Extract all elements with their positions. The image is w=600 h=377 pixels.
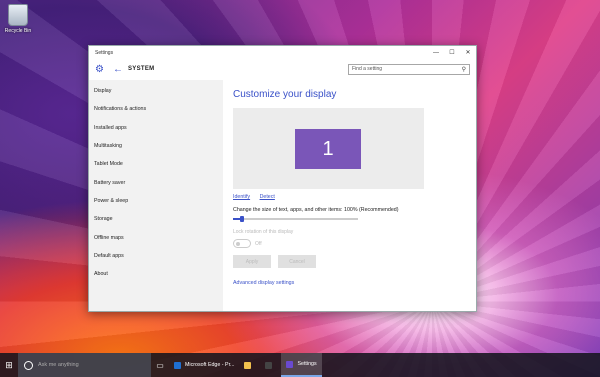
sidebar-item-default-apps[interactable]: Default apps [89,247,223,265]
cortana-placeholder: Ask me anything [38,362,79,368]
display-content: Customize your display 1 Identify Detect… [223,80,476,311]
taskbar-app-store[interactable] [260,353,281,377]
recycle-bin-icon [8,4,28,26]
settings-header: ⚙ ← SYSTEM Find a setting ⚲ [89,59,476,79]
minimize-button[interactable]: — [428,46,444,59]
sidebar-item-battery-saver[interactable]: Battery saver [89,173,223,191]
toggle-state-label: Off [255,240,262,247]
lock-rotation-label: Lock rotation of this display [233,229,294,235]
display-preview: 1 [233,108,424,189]
sidebar-item-power-sleep[interactable]: Power & sleep [89,192,223,210]
maximize-button[interactable]: ☐ [444,46,460,59]
system-tray [560,353,600,377]
cortana-icon [24,360,33,370]
sidebar-item-offline-maps[interactable]: Offline maps [89,228,223,246]
page-title: SYSTEM [128,66,155,72]
close-button[interactable]: ✕ [460,46,476,59]
scale-slider-thumb[interactable] [239,216,244,222]
taskbar: ⊞ Ask me anything ▭ Microsoft Edge - Pr.… [0,353,600,377]
sidebar-item-installed-apps[interactable]: Installed apps [89,119,223,137]
taskbar-app-label: Settings [297,361,317,367]
apply-button[interactable]: Apply [233,255,271,268]
taskbar-app-settings[interactable]: Settings [281,353,322,377]
identify-link[interactable]: Identify [233,194,250,200]
cancel-button[interactable]: Cancel [278,255,316,268]
window-title: Settings [95,49,114,56]
task-view-icon[interactable]: ▭ [151,353,169,377]
cortana-search-box[interactable]: Ask me anything [18,353,151,377]
search-placeholder: Find a setting [352,66,383,72]
content-heading: Customize your display [233,89,337,100]
sidebar-item-display[interactable]: Display [89,82,223,100]
sidebar-item-about[interactable]: About [89,265,223,283]
taskbar-app-explorer[interactable] [239,353,260,377]
detect-link[interactable]: Detect [260,194,275,200]
search-input[interactable]: Find a setting ⚲ [348,63,470,75]
sidebar-item-multitasking[interactable]: Multitasking [89,137,223,155]
taskbar-app-label: Microsoft Edge - Pr... [185,362,235,368]
gear-icon: ⚙ [95,63,104,75]
sidebar-item-storage[interactable]: Storage [89,210,223,228]
search-icon[interactable]: ⚲ [462,66,466,73]
scale-label: Change the size of text, apps, and other… [233,207,399,213]
edge-icon [174,361,181,369]
lock-rotation-toggle[interactable] [233,239,251,248]
store-icon [265,361,273,369]
sidebar-item-notifications[interactable]: Notifications & actions [89,100,223,118]
title-bar: Settings — ☐ ✕ [89,46,476,59]
settings-window: Settings — ☐ ✕ ⚙ ← SYSTEM Find a setting… [88,45,477,312]
windows-start-icon[interactable]: ⊞ [0,353,18,377]
sidebar-item-tablet-mode[interactable]: Tablet Mode [89,155,223,173]
monitor-tile[interactable]: 1 [295,129,361,169]
sidebar: Display Notifications & actions Installe… [89,80,223,311]
taskbar-app-edge[interactable]: Microsoft Edge - Pr... [169,353,239,377]
scale-slider[interactable] [233,216,358,222]
back-arrow-icon[interactable]: ← [113,64,125,75]
advanced-display-settings-link[interactable]: Advanced display settings [233,280,466,286]
recycle-bin-label: Recycle Bin [4,28,32,34]
recycle-bin[interactable]: Recycle Bin [3,4,33,34]
settings-gear-icon [286,360,294,368]
folder-icon [244,361,252,369]
